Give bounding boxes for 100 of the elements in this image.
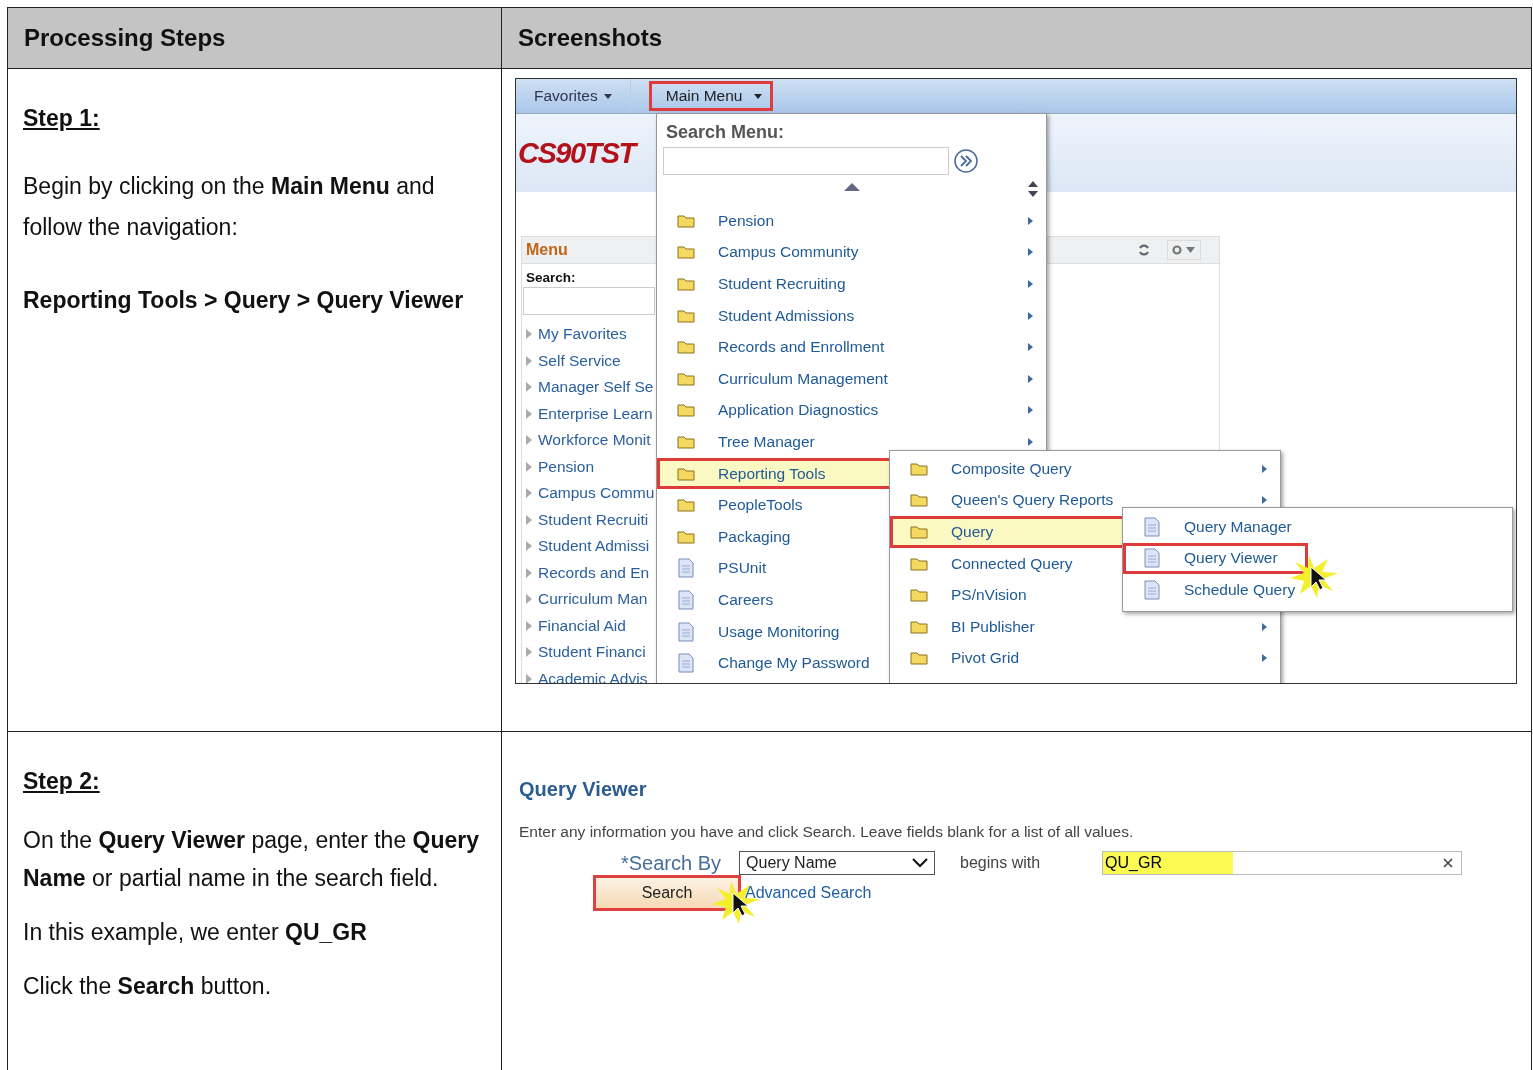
search-field[interactable] (523, 287, 655, 315)
expand-icon[interactable] (526, 408, 532, 419)
menu-item[interactable]: Financial Aid (538, 616, 626, 635)
submenu-arrow-icon (1028, 406, 1033, 415)
search-field[interactable] (663, 147, 949, 175)
go-icon[interactable] (953, 148, 979, 174)
column-header: Processing Steps (8, 8, 501, 69)
folder-icon (676, 371, 696, 386)
menu-item[interactable]: Enterprise Learn (538, 404, 653, 423)
refresh-icon[interactable] (1137, 243, 1151, 257)
menu-item[interactable]: Schedule Query (1123, 574, 1512, 606)
scroll-up-icon[interactable] (844, 183, 860, 191)
submenu-arrow-icon (1262, 654, 1267, 663)
expand-icon[interactable] (526, 620, 532, 631)
search-label: Search: (526, 270, 576, 285)
search-field[interactable]: QU_GR (1102, 851, 1463, 875)
step-instruction: In this example, we enter QU_GR (23, 918, 368, 947)
instruction-text: Enter any information you have and click Search. Leave fields blank for a list of all values. (519, 823, 1135, 841)
menu-item[interactable]: Student Financi (538, 643, 646, 662)
step-instruction: Begin by clicking on the Main Menu and follow the navigation: (23, 172, 436, 242)
expand-icon[interactable] (526, 461, 532, 472)
expand-icon[interactable] (526, 541, 532, 552)
page-title: Query Viewer (519, 778, 648, 801)
sort-icon[interactable] (1028, 181, 1038, 197)
submenu-arrow-icon (1028, 311, 1033, 320)
menu-item[interactable]: My Favorites (538, 325, 627, 344)
folder-icon (909, 525, 929, 539)
folder-icon (676, 403, 696, 418)
chevron-down-icon (912, 858, 929, 868)
menu-item[interactable]: Student Admissions (657, 299, 1046, 332)
menu-item[interactable]: Records and Enrollment (657, 331, 1046, 363)
clear-icon[interactable] (1443, 858, 1454, 868)
folder-icon (676, 498, 696, 513)
page-icon (676, 558, 696, 579)
expand-icon[interactable] (526, 514, 532, 525)
menu-item[interactable]: Pivot Grid (890, 642, 1280, 675)
folder-icon (676, 340, 696, 355)
menu-item[interactable]: BI Publisher (890, 610, 1280, 643)
expand-icon[interactable] (526, 594, 532, 605)
favorites-menu[interactable]: Favorites (516, 79, 631, 113)
menu-item[interactable]: Student Recruiti (538, 510, 649, 529)
menu-item[interactable]: Query Viewer (1123, 542, 1308, 575)
submenu-arrow-icon (1028, 374, 1033, 383)
submenu-arrow-icon (1028, 437, 1033, 446)
expand-icon[interactable] (526, 329, 532, 340)
menu-item[interactable]: Campus Commu (538, 484, 655, 503)
page-icon (676, 653, 696, 674)
menu-item[interactable]: Pension (538, 457, 594, 476)
menu-item[interactable]: Campus Community (657, 236, 1046, 269)
menu-item[interactable]: Curriculum Management (657, 362, 1046, 395)
folder-icon (909, 588, 929, 603)
settings-button[interactable] (1167, 240, 1201, 260)
step-heading: Step 2: (23, 768, 101, 795)
expand-icon[interactable] (526, 435, 532, 446)
folder-icon (676, 245, 696, 260)
search-by-dropdown[interactable]: Query Name (739, 851, 936, 875)
submenu-arrow-icon (1262, 622, 1267, 631)
submenu-arrow-icon (1262, 464, 1267, 473)
menu-item[interactable]: Manager Self Se (538, 378, 654, 397)
folder-icon (909, 556, 929, 571)
expand-icon[interactable] (526, 647, 532, 658)
expand-icon[interactable] (526, 567, 532, 578)
search-menu-label: Search Menu: (665, 121, 786, 143)
submenu-arrow-icon (1262, 496, 1267, 505)
caret-icon (754, 93, 763, 99)
menu-item[interactable]: Curriculum Man (538, 590, 648, 609)
menu-item[interactable]: Self Service (538, 351, 621, 370)
folder-icon (676, 308, 696, 323)
menu-item[interactable]: Application Diagnostics (657, 394, 1046, 427)
expand-icon[interactable] (526, 673, 532, 683)
settings-icon (1172, 244, 1196, 256)
step-instruction: Reporting Tools > Query > Query Viewer (23, 286, 465, 315)
submenu-arrow-icon (1028, 343, 1033, 352)
step-instruction: On the Query Viewer page, enter the Query Name or partial name in the search field. (23, 826, 481, 893)
folder-icon (909, 619, 929, 634)
folder-icon (909, 493, 929, 508)
folder-icon (676, 529, 696, 544)
search-button[interactable]: Search (593, 875, 741, 911)
submenu-arrow-icon (1028, 216, 1033, 225)
column-header: Screenshots (501, 8, 1531, 69)
menu-title: Menu (526, 241, 568, 259)
expand-icon[interactable] (526, 355, 532, 366)
advanced-search-link[interactable]: Advanced Search (745, 884, 872, 902)
folder-icon (909, 651, 929, 666)
page-icon (1142, 548, 1162, 569)
page-icon (1142, 580, 1162, 600)
operator-label: begins with (960, 854, 1041, 872)
menu-item[interactable]: Student Recruiting (657, 268, 1046, 300)
caret-icon (603, 93, 612, 99)
menu-item[interactable]: Records and En (538, 563, 650, 582)
menu-item[interactable]: Workforce Monit (538, 431, 651, 450)
folder-icon (909, 461, 929, 476)
folder-icon (676, 434, 696, 449)
menu-item[interactable]: Pension (657, 205, 1046, 237)
expand-icon[interactable] (526, 488, 532, 499)
main-menu[interactable]: Main Menu (648, 81, 774, 111)
step-instruction: Click the Search button. (23, 972, 273, 1001)
expand-icon[interactable] (526, 382, 532, 393)
folder-icon (676, 213, 696, 228)
menu-item[interactable]: Student Admissi (538, 537, 650, 556)
